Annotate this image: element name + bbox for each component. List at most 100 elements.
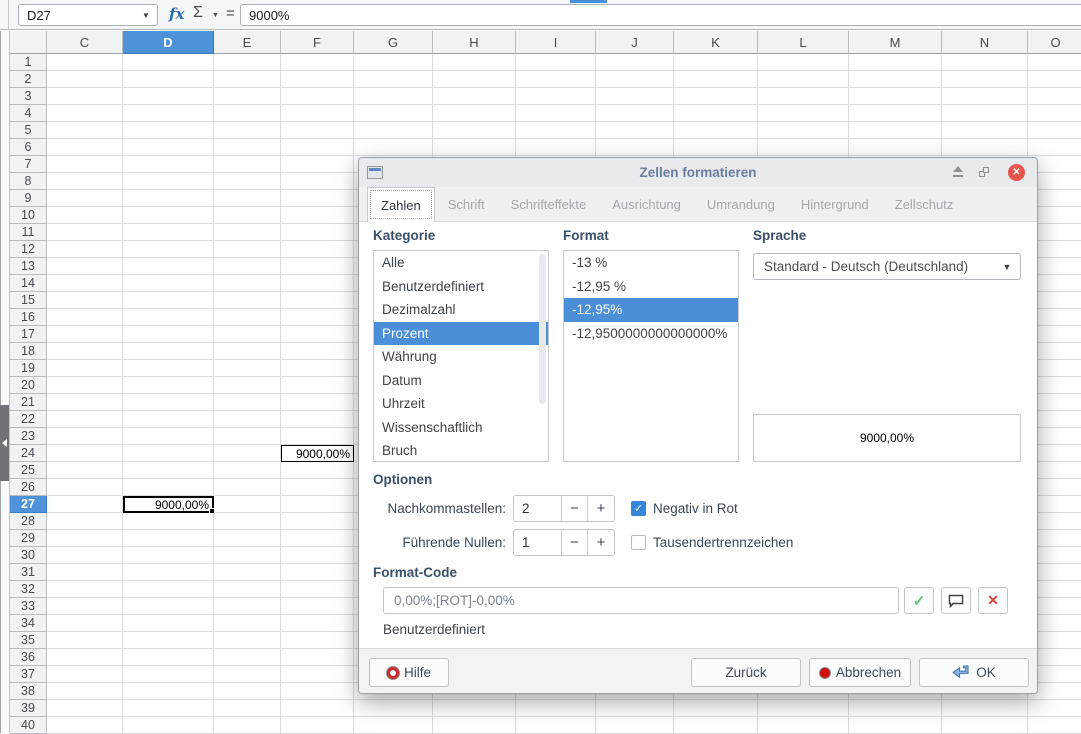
cell-E13[interactable] — [214, 258, 281, 275]
row-header-32[interactable]: 32 — [10, 581, 47, 598]
cell-L1[interactable] — [758, 54, 849, 71]
cell-E14[interactable] — [214, 275, 281, 292]
row-header-10[interactable]: 10 — [10, 207, 47, 224]
cell-D40[interactable] — [123, 717, 214, 734]
row-header-38[interactable]: 38 — [10, 683, 47, 700]
list-item[interactable]: -12,95% — [564, 298, 738, 322]
cell-F32[interactable] — [281, 581, 354, 598]
cell-E32[interactable] — [214, 581, 281, 598]
cell-I40[interactable] — [516, 717, 596, 734]
cell-M5[interactable] — [849, 122, 942, 139]
cell-D19[interactable] — [123, 360, 214, 377]
cell-L6[interactable] — [758, 139, 849, 156]
cell-D8[interactable] — [123, 173, 214, 190]
cell-D24[interactable] — [123, 445, 214, 462]
thousands-separator-checkbox[interactable] — [631, 535, 646, 550]
cell-C20[interactable] — [47, 377, 123, 394]
cell-C22[interactable] — [47, 411, 123, 428]
cell-O4[interactable] — [1028, 105, 1081, 122]
fill-handle[interactable] — [209, 508, 215, 514]
cell-C19[interactable] — [47, 360, 123, 377]
cell-F29[interactable] — [281, 530, 354, 547]
cell-E31[interactable] — [214, 564, 281, 581]
cell-F5[interactable] — [281, 122, 354, 139]
cell-E27[interactable] — [214, 496, 281, 513]
cell-E25[interactable] — [214, 462, 281, 479]
cell-D2[interactable] — [123, 71, 214, 88]
cell-C23[interactable] — [47, 428, 123, 445]
row-header-11[interactable]: 11 — [10, 224, 47, 241]
cell-D23[interactable] — [123, 428, 214, 445]
cell-L2[interactable] — [758, 71, 849, 88]
list-item[interactable]: Prozent — [374, 322, 548, 346]
cell-C13[interactable] — [47, 258, 123, 275]
cell-D11[interactable] — [123, 224, 214, 241]
row-header-3[interactable]: 3 — [10, 88, 47, 105]
row-header-19[interactable]: 19 — [10, 360, 47, 377]
cancel-button[interactable]: Abbrechen — [809, 658, 911, 687]
negative-red-checkbox[interactable]: ✓ — [631, 501, 646, 516]
cell-D25[interactable] — [123, 462, 214, 479]
cell-D4[interactable] — [123, 105, 214, 122]
column-header-I[interactable]: I — [516, 31, 596, 54]
cell-D14[interactable] — [123, 275, 214, 292]
cell-F35[interactable] — [281, 632, 354, 649]
cell-F14[interactable] — [281, 275, 354, 292]
sum-icon[interactable]: Σ — [193, 4, 203, 22]
cell-C37[interactable] — [47, 666, 123, 683]
cell-D39[interactable] — [123, 700, 214, 717]
column-header-G[interactable]: G — [354, 31, 433, 54]
tab-schrifteffekte[interactable]: Schrifteffekte — [498, 187, 600, 221]
column-header-H[interactable]: H — [433, 31, 516, 54]
cell-D33[interactable] — [123, 598, 214, 615]
name-box-dropdown-icon[interactable]: ▼ — [135, 11, 157, 20]
cell-I4[interactable] — [516, 105, 596, 122]
row-header-21[interactable]: 21 — [10, 394, 47, 411]
row-header-18[interactable]: 18 — [10, 343, 47, 360]
decimal-places-value[interactable]: 2 — [514, 496, 562, 521]
row-header-20[interactable]: 20 — [10, 377, 47, 394]
column-header-D[interactable]: D — [123, 31, 214, 54]
cell-C31[interactable] — [47, 564, 123, 581]
row-header-8[interactable]: 8 — [10, 173, 47, 190]
cell-F4[interactable] — [281, 105, 354, 122]
list-item[interactable]: -13 % — [564, 251, 738, 275]
cell-D18[interactable] — [123, 343, 214, 360]
cell-F24[interactable]: 9000,00% — [281, 445, 354, 462]
cell-C4[interactable] — [47, 105, 123, 122]
cell-M4[interactable] — [849, 105, 942, 122]
cell-G1[interactable] — [354, 54, 433, 71]
cell-C6[interactable] — [47, 139, 123, 156]
increment-button[interactable]: + — [588, 530, 614, 555]
row-header-29[interactable]: 29 — [10, 530, 47, 547]
cell-reference[interactable]: D27 — [19, 8, 135, 23]
cell-C39[interactable] — [47, 700, 123, 717]
column-header-J[interactable]: J — [596, 31, 674, 54]
sum-dropdown-icon[interactable]: ▼ — [212, 12, 219, 19]
cell-E34[interactable] — [214, 615, 281, 632]
cell-C2[interactable] — [47, 71, 123, 88]
cell-L40[interactable] — [758, 717, 849, 734]
list-item[interactable]: Alle — [374, 251, 548, 275]
ok-button[interactable]: OK — [919, 658, 1029, 687]
cell-F20[interactable] — [281, 377, 354, 394]
row-header-15[interactable]: 15 — [10, 292, 47, 309]
cell-D9[interactable] — [123, 190, 214, 207]
cell-D5[interactable] — [123, 122, 214, 139]
cell-M1[interactable] — [849, 54, 942, 71]
cell-C18[interactable] — [47, 343, 123, 360]
row-header-40[interactable]: 40 — [10, 717, 47, 734]
cell-J5[interactable] — [596, 122, 674, 139]
cell-F1[interactable] — [281, 54, 354, 71]
row-header-4[interactable]: 4 — [10, 105, 47, 122]
cell-D28[interactable] — [123, 513, 214, 530]
cell-D26[interactable] — [123, 479, 214, 496]
cell-F36[interactable] — [281, 649, 354, 666]
cell-F9[interactable] — [281, 190, 354, 207]
cell-F28[interactable] — [281, 513, 354, 530]
cell-K2[interactable] — [674, 71, 758, 88]
cell-I5[interactable] — [516, 122, 596, 139]
row-header-36[interactable]: 36 — [10, 649, 47, 666]
cell-N39[interactable] — [942, 700, 1028, 717]
cell-F34[interactable] — [281, 615, 354, 632]
